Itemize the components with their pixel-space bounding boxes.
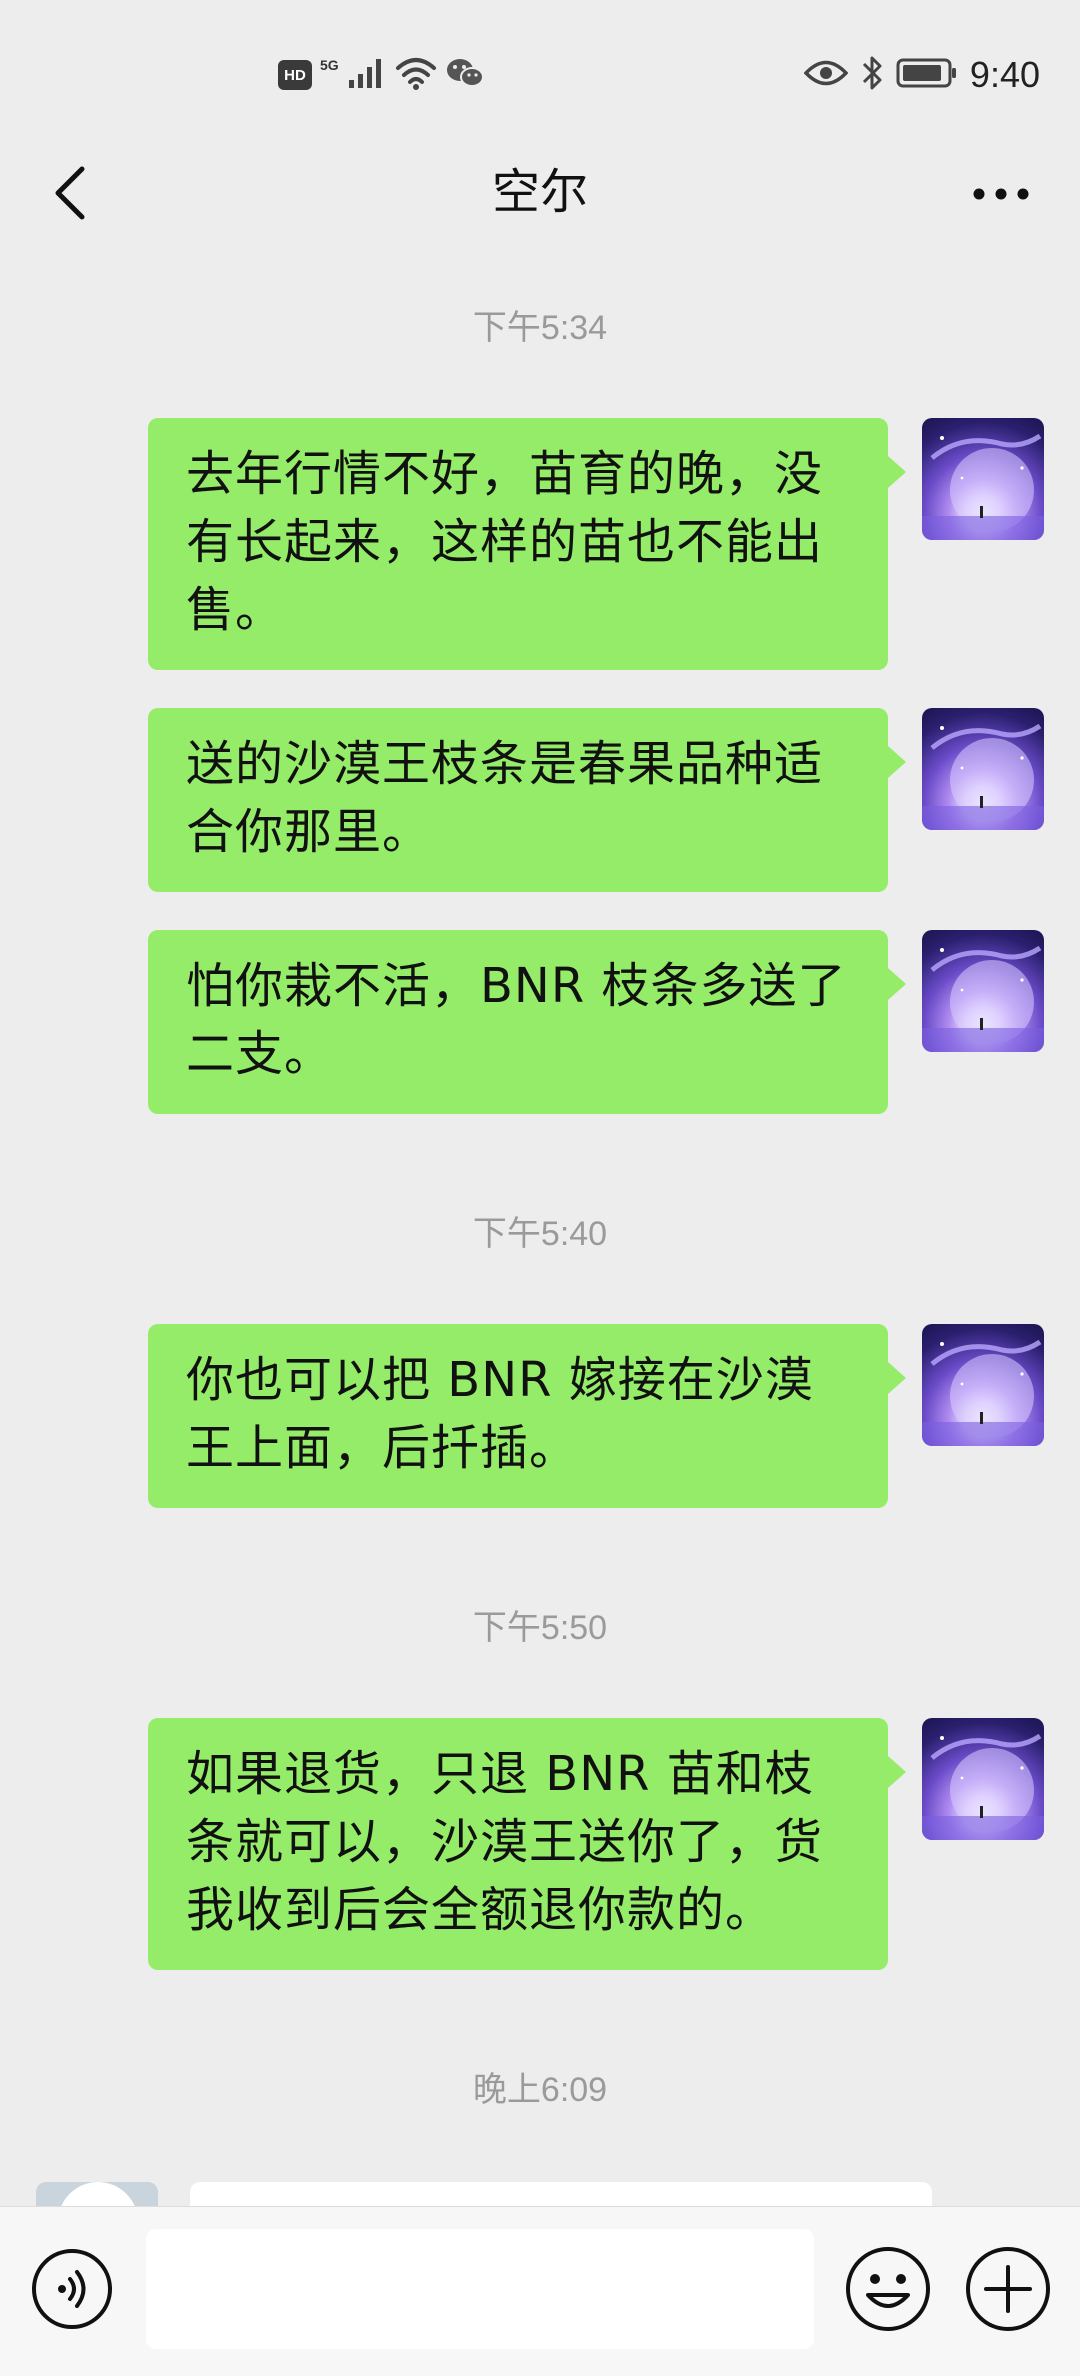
moon-avatar-art (922, 723, 1044, 830)
sent-message-bubble[interactable]: 如果退货，只退 BNR 苗和枝条就可以，沙漠王送你了，货我收到后会全额退你款的。 (148, 1718, 906, 1970)
sent-message-bubble[interactable]: 去年行情不好，苗育的晚，没有长起来，这样的苗也不能出售。 (148, 418, 906, 670)
more-functions-button[interactable] (964, 2245, 1052, 2333)
sent-message-bubble[interactable]: 怕你栽不活，BNR 枝条多送了二支。 (148, 930, 906, 1114)
voice-icon (32, 2249, 112, 2329)
received-message-bubble[interactable] (190, 2182, 932, 2206)
status-right-icons: 9:40 (803, 50, 1040, 100)
moon-avatar-art (922, 1339, 1044, 1446)
status-bar: HD 5G 9:40 (0, 0, 1080, 130)
input-bar (0, 2206, 1080, 2376)
plus-icon (966, 2247, 1050, 2331)
contact-avatar[interactable] (36, 2182, 158, 2206)
my-avatar[interactable] (922, 418, 1044, 540)
message-timestamp: 下午5:40 (472, 1215, 608, 1253)
moon-avatar-art (922, 433, 1044, 540)
eye-icon (803, 58, 849, 92)
status-left-icons: HD 5G (278, 52, 485, 98)
bluetooth-icon (860, 55, 884, 95)
more-options-button[interactable] (966, 166, 1036, 222)
more-dots-icon (973, 188, 1029, 200)
my-avatar[interactable] (922, 930, 1044, 1052)
moon-avatar-art (922, 945, 1044, 1052)
network-type-label: 5G (320, 57, 339, 73)
wifi-icon (395, 56, 437, 94)
moon-avatar-art (922, 1733, 1044, 1840)
title-bar: 空尔 (0, 130, 1080, 258)
battery-icon (896, 57, 958, 93)
my-avatar[interactable] (922, 708, 1044, 830)
my-avatar[interactable] (922, 1718, 1044, 1840)
message-timestamp: 下午5:34 (472, 309, 608, 347)
hd-badge: HD (278, 60, 312, 90)
message-timestamp: 晚上6:09 (472, 2071, 608, 2109)
signal-icon (347, 56, 387, 94)
emoji-button[interactable] (844, 2245, 932, 2333)
voice-button[interactable] (30, 2247, 114, 2331)
message-timestamp: 下午5:50 (472, 1609, 608, 1647)
sent-message-bubble[interactable]: 你也可以把 BNR 嫁接在沙漠王上面，后扦插。 (148, 1324, 906, 1508)
chat-title: 空尔 (491, 164, 588, 220)
message-list[interactable]: 下午5:34 去年行情不好，苗育的晚，没有长起来，这样的苗也不能出售。 送的沙漠… (0, 258, 1080, 2206)
my-avatar[interactable] (922, 1324, 1044, 1446)
wechat-icon (445, 56, 485, 94)
sent-message-bubble[interactable]: 送的沙漠王枝条是春果品种适合你那里。 (148, 708, 906, 892)
emoji-icon (846, 2247, 930, 2331)
status-time: 9:40 (969, 54, 1040, 95)
message-input[interactable] (146, 2229, 814, 2349)
